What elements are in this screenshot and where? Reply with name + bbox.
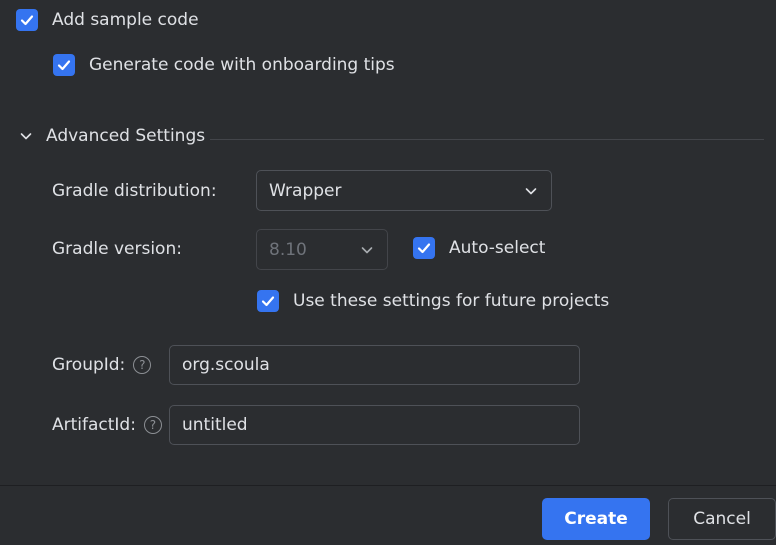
- check-icon: [417, 243, 431, 254]
- create-button[interactable]: Create: [542, 498, 650, 540]
- check-icon: [57, 60, 71, 71]
- gradle-distribution-dropdown[interactable]: Wrapper: [256, 170, 552, 211]
- gradle-distribution-value: Wrapper: [269, 180, 342, 201]
- future-projects-label: Use these settings for future projects: [293, 291, 610, 311]
- auto-select-option: Auto-select: [413, 237, 545, 259]
- cancel-button[interactable]: Cancel: [668, 498, 776, 540]
- add-sample-code-checkbox[interactable]: [16, 9, 38, 31]
- check-icon: [20, 15, 34, 26]
- chevron-down-icon: [525, 187, 537, 194]
- chevron-down-icon: [20, 133, 32, 140]
- auto-select-checkbox[interactable]: [413, 237, 435, 259]
- new-project-settings-panel: Add sample code Generate code with onboa…: [0, 0, 776, 545]
- section-divider: [210, 139, 764, 140]
- onboarding-tips-checkbox[interactable]: [53, 54, 75, 76]
- artifact-id-label-row: ArtifactId: ?: [52, 415, 162, 435]
- group-id-label-row: GroupId: ?: [52, 355, 152, 375]
- auto-select-label: Auto-select: [449, 238, 546, 258]
- chevron-down-icon: [361, 246, 373, 253]
- gradle-version-value: 8.10: [269, 239, 307, 260]
- group-id-input[interactable]: [169, 345, 580, 385]
- gradle-distribution-label: Gradle distribution:: [52, 181, 217, 201]
- gradle-version-label: Gradle version:: [52, 239, 182, 259]
- onboarding-tips-label: Generate code with onboarding tips: [89, 55, 395, 75]
- add-sample-code-option: Add sample code: [16, 9, 199, 31]
- check-icon: [261, 296, 275, 307]
- dialog-footer: Create Cancel: [0, 485, 776, 545]
- help-icon[interactable]: ?: [133, 356, 152, 374]
- onboarding-tips-option: Generate code with onboarding tips: [53, 54, 395, 76]
- artifact-id-label: ArtifactId:: [52, 415, 136, 435]
- group-id-label: GroupId:: [52, 355, 126, 375]
- gradle-version-dropdown: 8.10: [256, 229, 388, 270]
- add-sample-code-label: Add sample code: [52, 10, 199, 30]
- advanced-settings-title: Advanced Settings: [46, 126, 206, 146]
- future-projects-checkbox[interactable]: [257, 290, 279, 312]
- help-icon[interactable]: ?: [143, 416, 162, 434]
- advanced-settings-toggle[interactable]: Advanced Settings: [18, 126, 205, 146]
- future-projects-option: Use these settings for future projects: [257, 290, 609, 312]
- artifact-id-input[interactable]: [169, 405, 580, 445]
